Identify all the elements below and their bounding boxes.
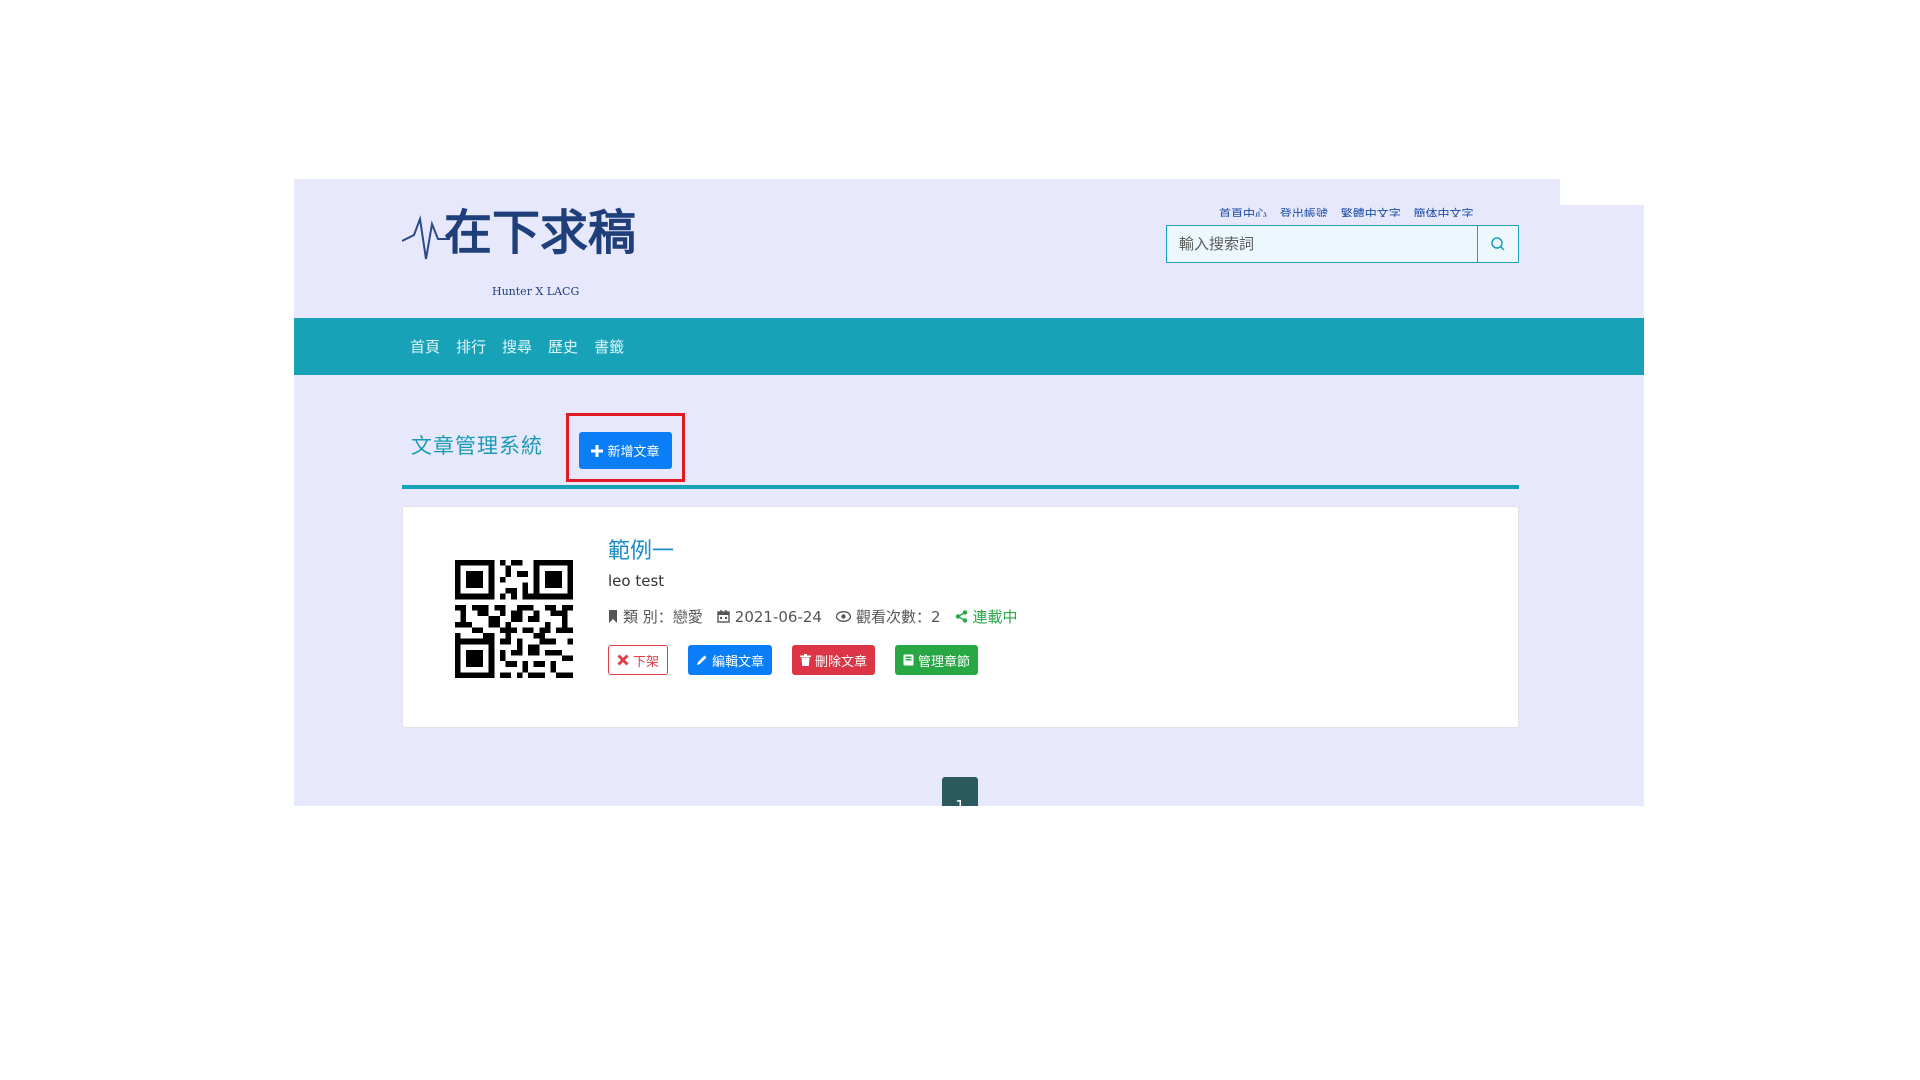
article-subtitle: leo test [608, 572, 665, 590]
link-logout[interactable]: 登出帳號 [1280, 207, 1328, 217]
close-icon [617, 654, 629, 666]
search-icon [1491, 237, 1505, 251]
article-card: 範例一 leo test 類 別：戀愛 2021-06-24 觀看次數： 2 連… [402, 506, 1519, 728]
nav-item-bookmarks[interactable]: 書籤 [594, 336, 624, 357]
link-traditional-chinese[interactable]: 繁體中文字 [1341, 207, 1401, 217]
status-text: 連載中 [972, 608, 1018, 626]
nav-item-home[interactable]: 首頁 [410, 336, 440, 357]
link-home-center[interactable]: 首頁中心 [1219, 207, 1267, 217]
screen: 在下求稿 Hunter X LACG 首頁中心 登出帳號 繁體中文字 簡体中文字 [0, 0, 1920, 1080]
pagination-page-1[interactable]: 1 [942, 777, 978, 806]
logo-subtitle: Hunter X LACG [492, 285, 579, 298]
page-frame: 在下求稿 Hunter X LACG 首頁中心 登出帳號 繁體中文字 簡体中文字 [294, 179, 1644, 806]
edit-article-button[interactable]: 編輯文章 [688, 645, 773, 675]
page-title: 文章管理系統 [411, 434, 543, 458]
title-divider [402, 485, 1519, 489]
meta-category: 類 別：戀愛 [608, 606, 703, 627]
calendar-icon [717, 610, 730, 623]
views-count: 2 [930, 607, 941, 626]
search-bar [1166, 225, 1519, 263]
delete-article-button[interactable]: 刪除文章 [792, 645, 876, 675]
site-header: 在下求稿 Hunter X LACG 首頁中心 登出帳號 繁體中文字 簡体中文字 [294, 179, 1644, 318]
article-meta: 類 別：戀愛 2021-06-24 觀看次數： 2 連載中 [608, 606, 1032, 627]
share-icon [955, 610, 967, 623]
search-button[interactable] [1477, 226, 1518, 262]
bookmark-icon [609, 610, 617, 623]
unpublish-button[interactable]: 下架 [608, 645, 669, 675]
link-simplified-chinese[interactable]: 簡体中文字 [1414, 207, 1474, 217]
pencil-icon [697, 655, 707, 665]
delete-article-label: 刪除文章 [815, 654, 868, 670]
edit-article-label: 編輯文章 [712, 654, 765, 670]
manage-chapters-label: 管理章節 [918, 654, 971, 670]
book-icon [903, 654, 914, 666]
site-logo[interactable]: 在下求稿 Hunter X LACG [402, 189, 644, 309]
meta-date: 2021-06-24 [717, 608, 822, 626]
qr-code [455, 560, 573, 678]
eye-icon [835, 611, 851, 622]
search-input[interactable] [1167, 226, 1477, 262]
category-text: 類 別：戀愛 [623, 608, 703, 626]
logo-text: 在下求稿 [444, 205, 636, 261]
article-title[interactable]: 範例一 [608, 533, 674, 565]
views-label: 觀看次數： [855, 608, 931, 626]
meta-status: 連載中 [955, 606, 1018, 627]
date-text: 2021-06-24 [734, 607, 822, 626]
main-navbar: 首頁 排行 搜尋 歷史 書籤 [294, 318, 1644, 375]
nav-item-search[interactable]: 搜尋 [502, 336, 532, 357]
meta-views: 觀看次數： 2 [835, 606, 941, 627]
header-corner-cutout [1560, 179, 1644, 205]
article-actions: 下架 編輯文章 刪除文章 管理章節 [608, 645, 979, 675]
manage-chapters-button[interactable]: 管理章節 [895, 645, 979, 675]
nav-item-history[interactable]: 歷史 [548, 336, 578, 357]
trash-icon [800, 654, 812, 666]
nav-item-ranking[interactable]: 排行 [456, 336, 486, 357]
highlight-box [566, 413, 685, 482]
header-links: 首頁中心 登出帳號 繁體中文字 簡体中文字 [1219, 203, 1483, 217]
unpublish-label: 下架 [633, 654, 660, 670]
